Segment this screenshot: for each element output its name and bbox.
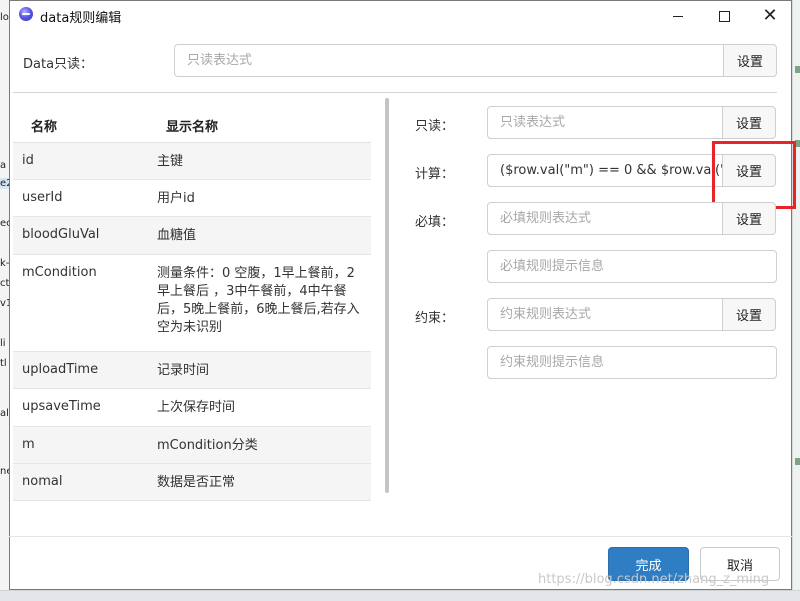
background-text-fragment: ec <box>0 218 9 229</box>
background-text-fragment: k- <box>0 258 9 269</box>
background-text-fragment: v1 <box>0 298 9 309</box>
table-scrollbar[interactable] <box>385 98 389 493</box>
background-text-fragment: ne <box>0 466 9 477</box>
cell-display-name: 测量条件：0 空腹，1早上餐前，2 早上餐后 ，3中午餐前，4中午餐后，5晚上餐… <box>157 266 360 335</box>
cell-name: mCondition <box>22 265 97 280</box>
required-hint-input[interactable] <box>487 250 777 283</box>
readonly-rule-label: 只读： <box>415 119 455 134</box>
table-row[interactable]: userId 用户id <box>13 180 371 217</box>
background-marker <box>795 66 800 73</box>
cell-display-name: 上次保存时间 <box>157 400 236 415</box>
header-display-name: 显示名称 <box>166 120 219 135</box>
required-rule-set-button[interactable]: 设置 <box>722 202 776 235</box>
cell-display-name: mCondition分类 <box>157 438 258 453</box>
cell-name: m <box>22 437 35 452</box>
cell-display-name: 数据是否正常 <box>157 475 236 490</box>
readonly-rule-set-button[interactable]: 设置 <box>722 106 776 139</box>
section-divider <box>13 92 777 93</box>
table-row[interactable]: id 主键 <box>13 143 371 180</box>
readonly-rule-input[interactable] <box>487 106 723 139</box>
background-text-fragment: al <box>0 408 9 419</box>
required-rule-label: 必填： <box>415 215 455 230</box>
background-marker <box>795 458 800 465</box>
background-text-fragment: ct <box>0 278 9 289</box>
cell-name: id <box>22 153 34 168</box>
header-name: 名称 <box>31 120 58 135</box>
table-header: 名称 显示名称 <box>13 104 371 143</box>
title-bar[interactable]: data规则编辑 ✕ <box>10 1 791 31</box>
maximize-icon <box>718 10 730 22</box>
cell-display-name: 主键 <box>157 154 184 169</box>
constraint-rule-set-button[interactable]: 设置 <box>722 298 776 331</box>
field-table: 名称 显示名称 id 主键 userId 用户id bloodGluVal 血糖… <box>13 104 371 501</box>
data-readonly-input[interactable] <box>174 44 724 77</box>
footer-divider <box>9 536 792 537</box>
constraint-rule-input[interactable] <box>487 298 723 331</box>
cell-name: userId <box>22 190 63 205</box>
cell-display-name: 血糖值 <box>157 228 197 243</box>
table-row[interactable]: bloodGluVal 血糖值 <box>13 217 371 255</box>
cell-name: uploadTime <box>22 362 99 377</box>
cell-name: nomal <box>22 474 63 489</box>
compute-rule-label: 计算： <box>415 167 455 182</box>
table-row[interactable]: m mCondition分类 <box>13 427 371 464</box>
cell-name: bloodGluVal <box>22 227 100 242</box>
background-text-fragment: e2 <box>0 178 9 189</box>
table-row[interactable]: upsaveTime 上次保存时间 <box>13 389 371 427</box>
data-readonly-label: Data只读： <box>23 57 94 72</box>
table-row[interactable]: mCondition 测量条件：0 空腹，1早上餐前，2 早上餐后 ，3中午餐前… <box>13 255 371 352</box>
cell-display-name: 记录时间 <box>157 363 210 378</box>
cell-name: upsaveTime <box>22 399 101 414</box>
cell-display-name: 用户id <box>157 191 195 206</box>
window-title: data规则编辑 <box>40 11 122 26</box>
background-text-fragment: li <box>0 338 6 349</box>
required-rule-input[interactable] <box>487 202 723 235</box>
app-icon <box>19 7 33 21</box>
background-text-fragment: a <box>0 160 7 171</box>
background-text-fragment: lo <box>0 12 9 23</box>
table-row[interactable]: nomal 数据是否正常 <box>13 464 371 501</box>
watermark-text: https://blog.csdn.net/zhang_z_ming <box>538 572 770 587</box>
background-app-bottom-edge <box>0 590 800 601</box>
minimize-button[interactable] <box>655 1 701 31</box>
table-row[interactable]: uploadTime 记录时间 <box>13 352 371 389</box>
minimize-icon <box>673 15 683 17</box>
close-button[interactable]: ✕ <box>747 1 793 31</box>
highlight-annotation-box <box>712 141 796 209</box>
maximize-button[interactable] <box>701 1 747 31</box>
compute-rule-input[interactable]: ($row.val("m") == 0 && $row.val("m") == … <box>487 154 723 187</box>
close-icon: ✕ <box>762 5 778 26</box>
constraint-rule-label: 约束： <box>415 311 455 326</box>
background-app-right-edge <box>792 0 800 600</box>
constraint-hint-input[interactable] <box>487 346 777 379</box>
data-readonly-set-button[interactable]: 设置 <box>723 44 777 77</box>
background-text-fragment: tl <box>0 358 7 369</box>
